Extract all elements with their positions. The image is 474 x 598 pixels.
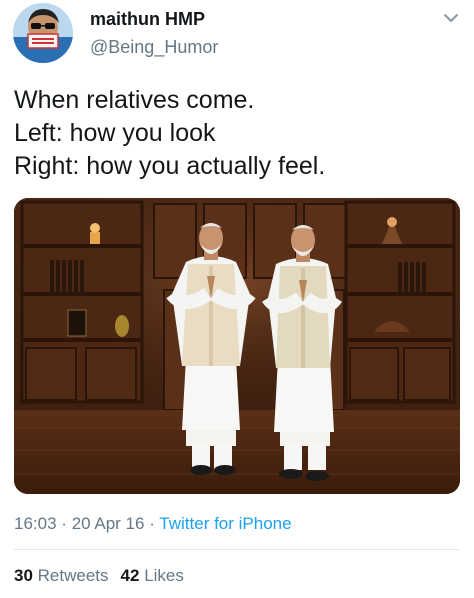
retweets-count: 30 bbox=[14, 566, 33, 585]
tweet-meta: 16:03 · 20 Apr 16 · Twitter for iPhone bbox=[14, 514, 292, 534]
user-handle[interactable]: @Being_Humor bbox=[90, 37, 218, 58]
meta-separator: · bbox=[61, 514, 67, 533]
likes-count: 42 bbox=[120, 566, 140, 585]
profile-avatar-icon[interactable] bbox=[13, 3, 73, 63]
tweet-stats: 30 Retweets 42 Likes bbox=[14, 566, 184, 586]
likes-label: Likes bbox=[144, 566, 184, 585]
tweet-date[interactable]: 20 Apr 16 bbox=[72, 514, 145, 533]
tweet-text-line: When relatives come. bbox=[14, 86, 255, 114]
tweet-text: When relatives come. Left: how you look … bbox=[14, 84, 464, 183]
tweet-time[interactable]: 16:03 bbox=[14, 514, 57, 533]
divider bbox=[14, 549, 460, 550]
tweet-text-line: Right: how you actually feel. bbox=[14, 152, 326, 180]
likes-stat[interactable]: 42 Likes bbox=[121, 566, 184, 585]
meta-separator: · bbox=[149, 514, 155, 533]
user-display-name[interactable]: maithun HMP bbox=[90, 9, 205, 30]
tweet-card: maithun HMP @Being_Humor When relatives … bbox=[0, 0, 474, 598]
tweet-photo[interactable] bbox=[14, 198, 460, 494]
retweets-label: Retweets bbox=[37, 566, 109, 585]
tweet-source-link[interactable]: Twitter for iPhone bbox=[159, 514, 291, 533]
tweet-text-line: Left: how you look bbox=[14, 119, 216, 147]
chevron-down-icon[interactable] bbox=[441, 10, 461, 26]
retweets-stat[interactable]: 30 Retweets bbox=[14, 566, 109, 585]
